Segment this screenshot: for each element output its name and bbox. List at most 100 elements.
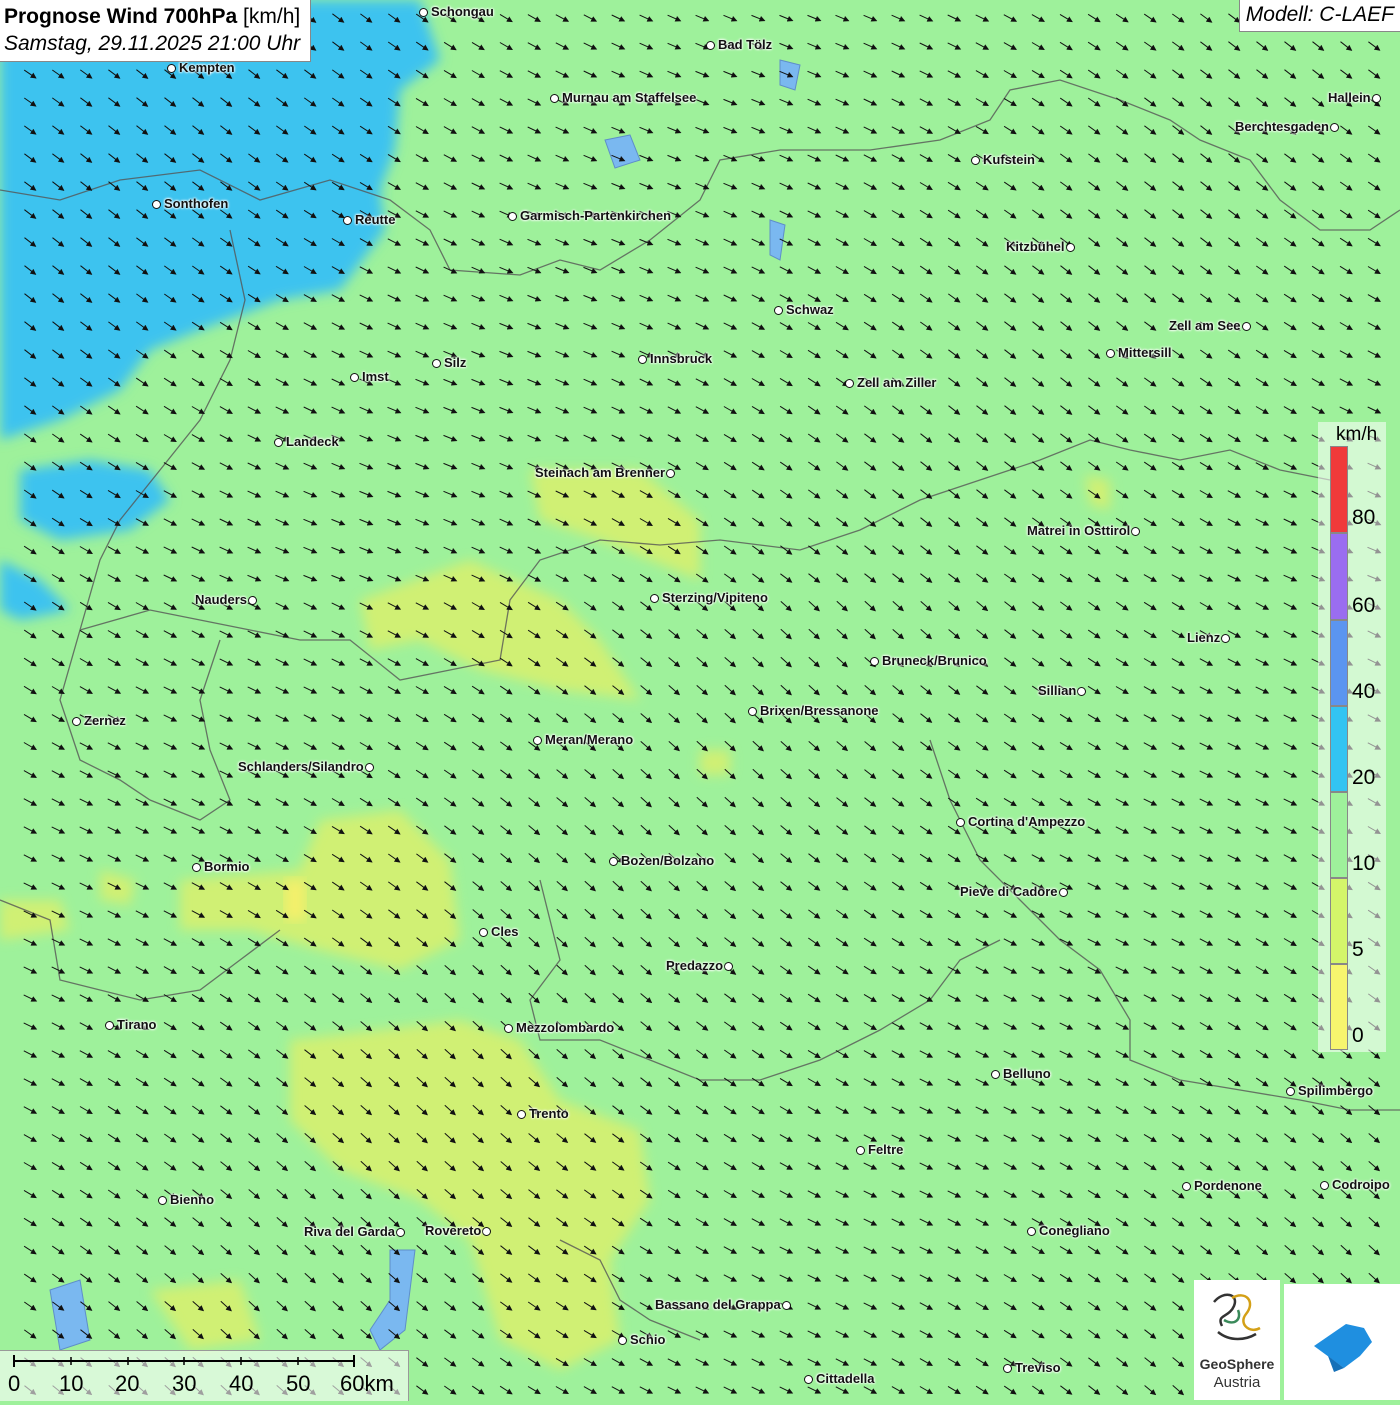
city-label: Silz xyxy=(444,355,467,370)
city-label: Treviso xyxy=(1015,1360,1061,1375)
city-label: Mittersill xyxy=(1118,345,1172,360)
city-label: Codroipo xyxy=(1332,1177,1390,1192)
city-marker-icon xyxy=(343,216,352,225)
legend-band-80 xyxy=(1330,446,1348,533)
model-label: Modell: C-LAEF xyxy=(1238,0,1400,32)
city-marker-icon xyxy=(1003,1364,1012,1373)
city-marker-icon xyxy=(609,857,618,866)
scale-label: 10 xyxy=(59,1371,84,1396)
city-label: Predazzo xyxy=(666,958,724,973)
city-label: Conegliano xyxy=(1039,1223,1110,1238)
city-marker-icon xyxy=(167,64,176,73)
city-marker-icon xyxy=(1221,634,1230,643)
city-label: Spilimbergo xyxy=(1298,1083,1374,1098)
city-label: Bormio xyxy=(204,859,250,874)
legend-band-20-40 xyxy=(1330,706,1348,792)
city-marker-icon xyxy=(105,1021,114,1030)
city-label: Reutte xyxy=(355,212,396,227)
city-marker-icon xyxy=(638,355,647,364)
title-unit: [km/h] xyxy=(243,5,301,28)
scale-label: 30 xyxy=(172,1371,197,1396)
legend-tick: 20 xyxy=(1352,766,1376,789)
city-label: Innsbruck xyxy=(650,351,713,366)
legend-band-60-80 xyxy=(1330,533,1348,620)
city-marker-icon xyxy=(482,1227,491,1236)
city-label: Landeck xyxy=(286,434,339,449)
title-box: Prognose Wind 700hPa [km/h] Samstag, 29.… xyxy=(0,0,312,62)
city-label: Feltre xyxy=(868,1142,904,1157)
legend-band-40-60 xyxy=(1330,620,1348,706)
city-marker-icon xyxy=(432,359,441,368)
city-marker-icon xyxy=(1242,322,1251,331)
cloud-arrow-icon xyxy=(1314,1324,1372,1372)
title-main: Prognose Wind 700hPa xyxy=(4,5,238,28)
wind-zone-0-5 xyxy=(285,880,305,920)
geosphere-country: Austria xyxy=(1213,1374,1261,1391)
city-marker-icon xyxy=(870,657,879,666)
city-marker-icon xyxy=(152,200,161,209)
city-label: Sonthofen xyxy=(164,196,229,211)
city-marker-icon xyxy=(508,212,517,221)
scale-label: 20 xyxy=(115,1371,140,1396)
city-marker-icon xyxy=(971,156,980,165)
city-marker-icon xyxy=(782,1301,791,1310)
legend-band-5-10 xyxy=(1330,878,1348,964)
city-label: Tirano xyxy=(117,1017,157,1032)
legend-tick: 0 xyxy=(1352,1024,1364,1047)
city-label: Schlanders/Silandro xyxy=(238,759,364,774)
city-marker-icon xyxy=(396,1228,405,1237)
scale-label: 50 xyxy=(286,1371,311,1396)
city-marker-icon xyxy=(1131,527,1140,536)
city-label: Trento xyxy=(529,1106,569,1121)
city-marker-icon xyxy=(774,306,783,315)
city-label: Mezzolombardo xyxy=(516,1020,615,1035)
city-marker-icon xyxy=(748,707,757,716)
city-marker-icon xyxy=(248,596,257,605)
city-marker-icon xyxy=(1077,687,1086,696)
city-marker-icon xyxy=(845,379,854,388)
legend-tick: 10 xyxy=(1352,852,1376,875)
city-marker-icon xyxy=(706,41,715,50)
city-label: Lienz xyxy=(1187,630,1221,645)
legend-unit: km/h xyxy=(1336,424,1378,445)
city-label: Bienno xyxy=(170,1192,215,1207)
legend-tick: 60 xyxy=(1352,594,1376,617)
city-marker-icon xyxy=(72,717,81,726)
city-label: Riva del Garda xyxy=(304,1224,396,1239)
legend-band-0-5 xyxy=(1330,964,1348,1050)
city-label: Kitzbühel xyxy=(1006,239,1065,254)
city-label: Hallein xyxy=(1328,90,1371,105)
city-label: Brixen/Bressanone xyxy=(760,703,879,718)
color-legend: km/h 80 60 40 20 10 5 0 xyxy=(1318,422,1386,1052)
legend-tick: 40 xyxy=(1352,680,1376,703)
city-marker-icon xyxy=(1372,94,1381,103)
geosphere-logo[interactable]: GeoSphere Austria xyxy=(1194,1280,1280,1400)
scale-label: 40 xyxy=(229,1371,254,1396)
city-marker-icon xyxy=(724,962,733,971)
city-marker-icon xyxy=(1106,349,1115,358)
city-label: Zell am Ziller xyxy=(857,375,937,390)
city-marker-icon xyxy=(1286,1087,1295,1096)
city-label: Schongau xyxy=(431,4,494,19)
app-logo[interactable] xyxy=(1284,1284,1400,1400)
city-label: Meran/Merano xyxy=(545,732,634,747)
city-marker-icon xyxy=(1320,1181,1329,1190)
city-marker-icon xyxy=(419,8,428,17)
city-label: Sterzing/Vipiteno xyxy=(662,590,768,605)
city-label: Murnau am Staffelsee xyxy=(562,90,697,105)
city-marker-icon xyxy=(956,818,965,827)
city-marker-icon xyxy=(1182,1182,1191,1191)
city-marker-icon xyxy=(365,763,374,772)
city-marker-icon xyxy=(274,438,283,447)
city-marker-icon xyxy=(1330,123,1339,132)
city-label: Schio xyxy=(630,1332,666,1347)
legend-band-10-20 xyxy=(1330,792,1348,878)
city-marker-icon xyxy=(618,1336,627,1345)
city-marker-icon xyxy=(504,1024,513,1033)
city-marker-icon xyxy=(517,1110,526,1119)
title-line1: Prognose Wind 700hPa [km/h] xyxy=(4,3,300,30)
city-marker-icon xyxy=(350,373,359,382)
legend-tick: 5 xyxy=(1352,938,1364,961)
scale-label: 60km xyxy=(340,1371,394,1396)
city-label: Steinach am Brenner xyxy=(535,465,666,480)
